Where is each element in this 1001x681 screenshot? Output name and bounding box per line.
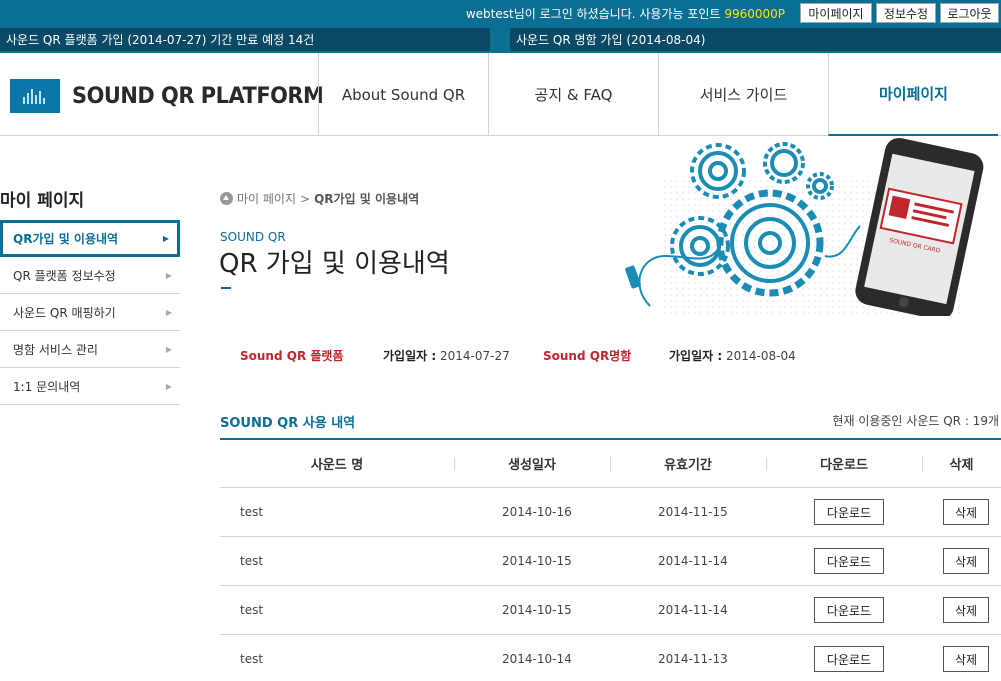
sidebar-item-card-service[interactable]: 명함 서비스 관리 ▶ [0,331,180,368]
column-header-created: 생성일자 [508,458,556,473]
table-header: 사운드 명 생성일자 유효기간 다운로드 삭제 [220,440,1001,488]
delete-button[interactable]: 삭제 [943,597,989,623]
download-button[interactable]: 다운로드 [814,597,884,623]
gears-phone-graphic: SOUND QR CARD [625,138,984,320]
usage-count: 현재 이용중인 사운드 QR : 19개 [832,414,999,428]
download-button[interactable]: 다운로드 [814,548,884,574]
logo[interactable]: SOUND QR PLATFORM [10,79,337,113]
column-header-sound-name: 사운드 명 [310,458,364,473]
top-bar: webtest님이 로그인 하셨습니다. 사용가능 포인트 9960000P 마… [0,0,1001,26]
cell-expires: 2014-11-13 [658,652,728,666]
notice-platform-expiry[interactable]: 사운드 QR 플랫폼 가입 (2014-07-27) 기간 만료 예정 14건 [0,28,490,51]
cell-expires: 2014-11-14 [658,603,728,617]
join-platform-label: Sound QR 플랫폼 [240,349,344,363]
table-row: test 2014-10-16 2014-11-15 다운로드 삭제 [220,488,1001,537]
delete-button[interactable]: 삭제 [943,646,989,672]
chevron-right-icon: ▶ [165,381,172,391]
sidebar-item-qr-join-history[interactable]: QR가입 및 이용내역 ▶ [0,220,180,257]
sidebar-item-label: QR 플랫폼 정보수정 [13,268,116,283]
header: SOUND QR PLATFORM About Sound QR 공지 & FA… [0,53,1001,136]
chevron-right-icon: ▶ [162,234,169,243]
breadcrumb-current: QR가입 및 이용내역 [314,192,420,206]
sidebar-item-label: 명함 서비스 관리 [13,342,98,357]
sidebar-item-label: QR가입 및 이용내역 [13,232,119,246]
page-title: QR 가입 및 이용내역 [219,249,450,279]
sidebar-item-platform-edit[interactable]: QR 플랫폼 정보수정 ▶ [0,257,180,294]
cell-expires: 2014-11-14 [658,554,728,568]
points-value: 9960000P [724,7,785,21]
welcome-message: webtest님이 로그인 하셨습니다. 사용가능 포인트 9960000P [466,5,785,22]
cell-expires: 2014-11-15 [658,505,728,519]
title-underline [221,287,231,289]
column-header-delete: 삭제 [949,458,974,473]
nav-about[interactable]: About Sound QR [318,53,488,136]
download-button[interactable]: 다운로드 [814,499,884,525]
download-button[interactable]: 다운로드 [814,646,884,672]
column-header-download: 다운로드 [820,458,868,473]
nav-notice-faq[interactable]: 공지 & FAQ [488,53,658,136]
cell-created: 2014-10-16 [502,505,572,519]
cell-sound-name: test [240,603,264,617]
cell-created: 2014-10-14 [502,652,572,666]
logo-text: SOUND QR PLATFORM [72,83,324,109]
sidebar-item-label: 사운드 QR 매핑하기 [13,305,116,320]
table-row: test 2014-10-15 2014-11-14 다운로드 삭제 [220,537,1001,586]
mypage-button[interactable]: 마이페이지 [800,3,872,23]
cell-sound-name: test [240,652,264,666]
sidebar-item-qr-mapping[interactable]: 사운드 QR 매핑하기 ▶ [0,294,180,331]
cell-created: 2014-10-15 [502,554,572,568]
username: webtest [465,7,514,21]
nav-mypage[interactable]: 마이페이지 [828,53,998,136]
join-platform-date: 가입일자 : 2014-07-27 [383,349,510,363]
logout-button[interactable]: 로그아웃 [940,3,999,23]
welcome-text: 님이 로그인 하셨습니다. 사용가능 포인트 [513,7,721,21]
table-row: test 2014-10-15 2014-11-14 다운로드 삭제 [220,586,1001,635]
column-header-expires: 유효기간 [664,458,712,473]
join-card-label: Sound QR명함 [543,349,632,363]
sidebar-menu: QR가입 및 이용내역 ▶ QR 플랫폼 정보수정 ▶ 사운드 QR 매핑하기 … [0,220,180,405]
sidebar-item-inquiry[interactable]: 1:1 문의내역 ▶ [0,368,180,405]
delete-button[interactable]: 삭제 [943,548,989,574]
breadcrumb-root[interactable]: 마이 페이지 [237,190,296,207]
cell-sound-name: test [240,505,264,519]
cell-created: 2014-10-15 [502,603,572,617]
cell-sound-name: test [240,554,264,568]
main-nav: About Sound QR 공지 & FAQ 서비스 가이드 마이페이지 [318,53,998,136]
edit-info-button[interactable]: 정보수정 [876,3,936,23]
usage-table: 사운드 명 생성일자 유효기간 다운로드 삭제 test 2014-10-16 … [220,438,1001,681]
usage-section-title: SOUND QR 사용 내역 [220,416,356,431]
chevron-right-icon: ▶ [165,307,172,317]
breadcrumb: 마이 페이지 > QR가입 및 이용내역 [220,190,419,207]
chevron-right-icon: ▶ [165,270,172,280]
delete-button[interactable]: 삭제 [943,499,989,525]
join-card-date: 가입일자 : 2014-08-04 [669,349,796,363]
sidebar-title: 마이 페이지 [0,191,85,211]
table-row: test 2014-10-14 2014-11-13 다운로드 삭제 [220,635,1001,681]
page-subtitle: SOUND QR [220,230,286,244]
chevron-right-icon: ▶ [165,344,172,354]
breadcrumb-separator: > [300,191,311,206]
home-icon[interactable] [220,192,233,205]
notice-bar: 사운드 QR 플랫폼 가입 (2014-07-27) 기간 만료 예정 14건 … [0,26,1001,53]
sidebar-item-label: 1:1 문의내역 [13,379,81,394]
nav-service-guide[interactable]: 서비스 가이드 [658,53,828,136]
notice-card-join[interactable]: 사운드 QR 명함 가입 (2014-08-04) [510,28,1001,51]
logo-icon [10,79,60,113]
hero-illustration: SOUND QR CARD [620,136,1001,320]
